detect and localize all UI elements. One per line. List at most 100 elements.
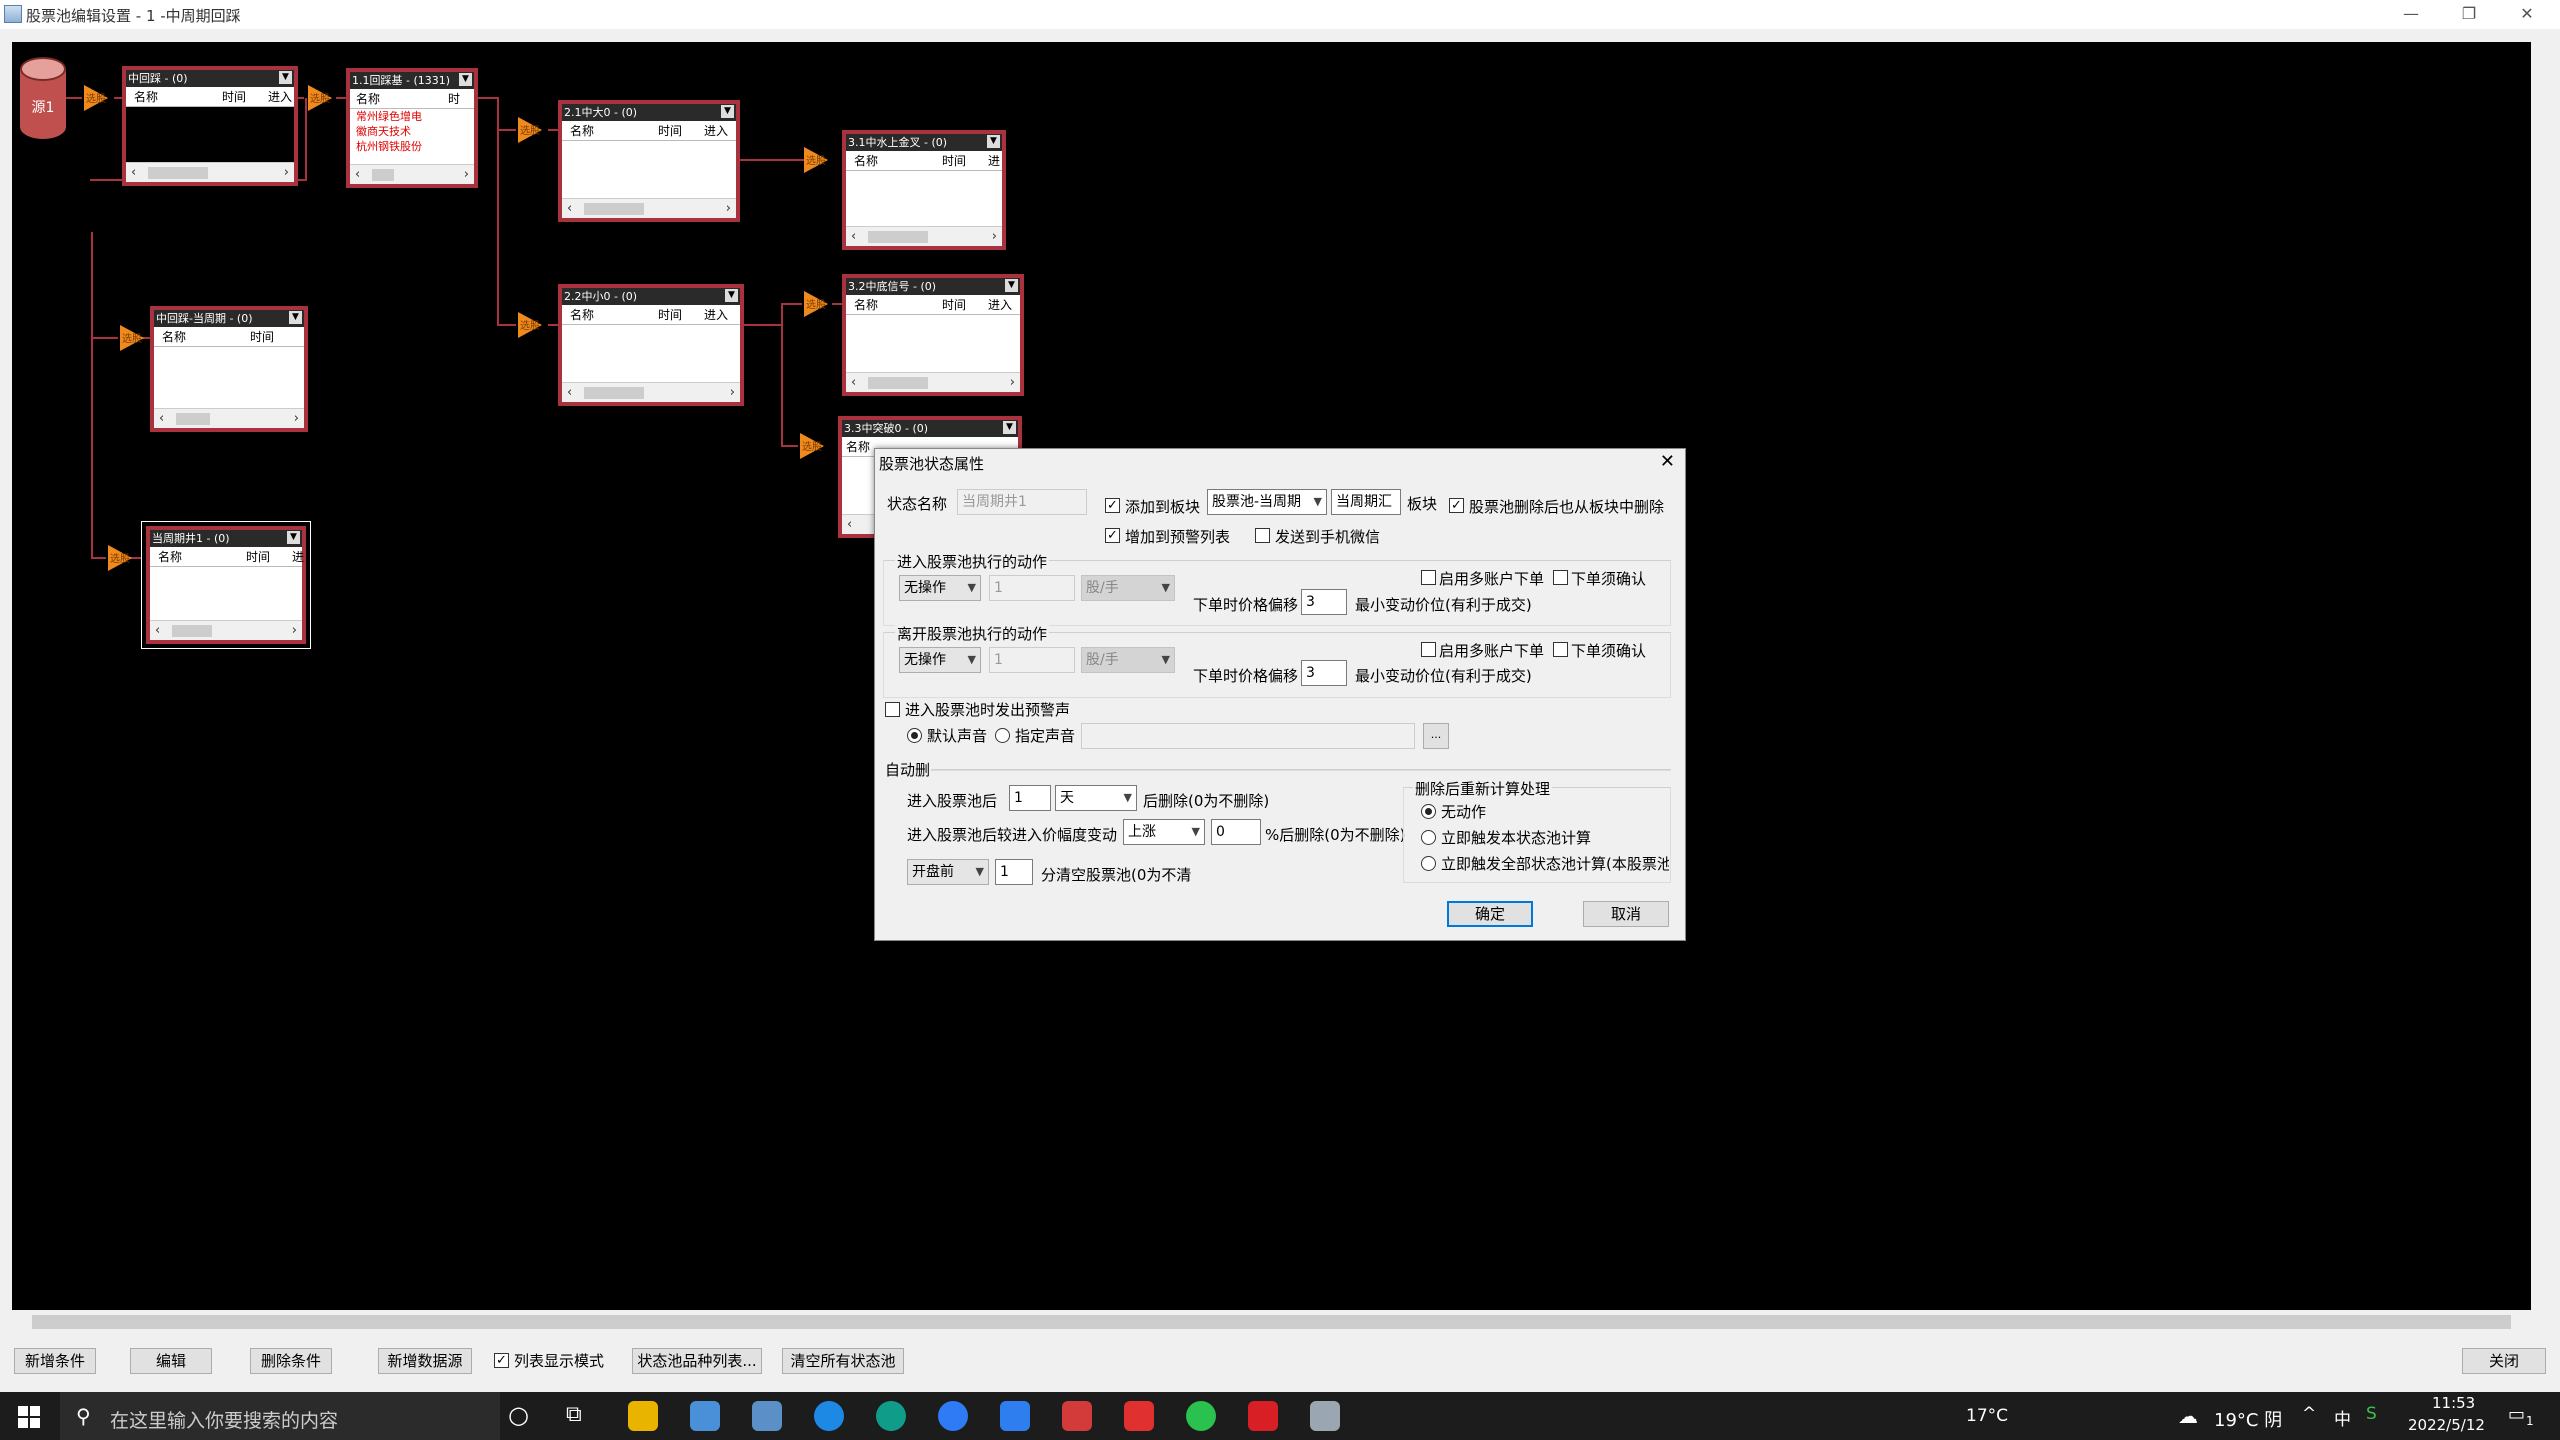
pool-menu-icon[interactable]: ▼ [987,135,1000,148]
enter-qty-field[interactable]: 1 [989,575,1075,601]
pool-stock-list-button[interactable]: 状态池品种列表... [632,1348,762,1374]
leave-offset-field[interactable]: 3 [1301,660,1347,686]
leave-multi-account-checkbox[interactable] [1421,642,1436,657]
cancel-button[interactable]: 取消 [1583,901,1669,927]
pool-menu-icon[interactable]: ▼ [287,531,300,544]
add-to-alert-checkbox[interactable]: ✓ [1105,528,1120,543]
ime-indicator[interactable]: 中 [2334,1405,2351,1430]
filter-triangle-icon[interactable]: 选股 [800,433,824,459]
browser-icon[interactable] [814,1401,844,1431]
pool-menu-icon[interactable]: ▼ [289,311,302,324]
pool-scrollbar[interactable]: ‹ › [846,226,1002,246]
pool-menu-icon[interactable]: ▼ [459,73,472,86]
enter-confirm-checkbox[interactable] [1553,570,1568,585]
clock-time[interactable]: 11:53 [2432,1394,2475,1412]
tray-app-icon[interactable]: S [2366,1404,2377,1424]
list-mode-checkbox[interactable]: ✓ [494,1353,509,1368]
cortana-icon[interactable]: ○ [508,1401,529,1429]
custom-sound-radio[interactable] [995,728,1010,743]
minimize-button[interactable]: — [2382,0,2440,29]
pool-scrollbar[interactable]: ‹ › [350,164,474,184]
clear-all-pools-button[interactable]: 清空所有状态池 [782,1348,904,1374]
canvas-vertical-scrollbar[interactable] [2532,42,2554,1310]
price-change-direction-select[interactable]: 上涨 ▼ [1123,819,1205,845]
stock-app-icon[interactable] [1124,1401,1154,1431]
chevron-up-icon[interactable]: ^ [2302,1404,2316,1424]
new-condition-button[interactable]: 新增条件 [14,1348,96,1374]
delete-from-block-checkbox[interactable]: ✓ [1449,498,1464,513]
block-select[interactable]: 股票池-当周期 ▼ [1207,489,1327,515]
recalc-all-pools-radio[interactable] [1421,856,1436,871]
app-icon[interactable] [1248,1401,1278,1431]
state-name-field[interactable]: 当周期井1 [957,489,1087,515]
weather-left[interactable]: 17°C [1966,1406,2008,1426]
delete-condition-button[interactable]: 删除条件 [250,1348,332,1374]
recalc-none-radio[interactable] [1421,804,1436,819]
filter-triangle-icon[interactable]: 选股 [518,312,542,338]
ok-button[interactable]: 确定 [1447,901,1533,927]
default-sound-radio[interactable] [907,728,922,743]
pool-menu-icon[interactable]: ▼ [1005,279,1018,292]
pool-node[interactable]: 中回踩 - (0) ▼ 名称 时间 进入 ‹ › [122,66,298,186]
filter-triangle-icon[interactable]: 选股 [120,325,144,351]
edit-button[interactable]: 编辑 [130,1348,212,1374]
pool-menu-icon[interactable]: ▼ [279,71,292,84]
canvas-horizontal-scrollbar[interactable] [12,1311,2531,1333]
enter-action-select[interactable]: 无操作 ▼ [899,575,981,601]
pool-node[interactable]: 3.1中水上金叉 - (0) ▼ 名称 时间进 ‹ › [842,130,1006,250]
pool-menu-icon[interactable]: ▼ [1003,421,1016,434]
pool-stock-rows[interactable]: 常州绿色增电 徽商天技术 杭州钢铁股份 [350,109,474,154]
close-button[interactable]: 关闭 [2462,1348,2546,1374]
list-item[interactable]: 徽商天技术 [356,124,474,139]
data-source-db-icon[interactable]: 源1 [20,57,66,139]
close-icon[interactable]: ✕ [1660,451,1675,472]
pool-scrollbar[interactable]: ‹ › [150,620,302,640]
filter-triangle-icon[interactable]: 选股 [804,291,828,317]
pool-node[interactable]: 2.1中大0 - (0) ▼ 名称 时间 进入 ‹ › [558,100,740,222]
app-icon[interactable] [1062,1401,1092,1431]
leave-action-select[interactable]: 无操作 ▼ [899,647,981,673]
pool-menu-icon[interactable]: ▼ [725,289,738,302]
price-change-value-field[interactable]: 0 [1211,819,1261,845]
after-enter-unit-select[interactable]: 天 ▼ [1055,785,1137,811]
new-data-source-button[interactable]: 新增数据源 [378,1348,472,1374]
app-icon[interactable] [938,1401,968,1431]
pool-scrollbar[interactable]: ‹ › [126,162,294,182]
list-item[interactable]: 常州绿色增电 [356,109,474,124]
filter-triangle-icon[interactable]: 选股 [108,545,132,571]
app-icon[interactable] [1000,1401,1030,1431]
sound-file-field[interactable] [1081,723,1415,749]
pool-scrollbar[interactable]: ‹ › [562,382,740,402]
calculator-icon[interactable] [752,1401,782,1431]
task-view-icon[interactable]: ⧉ [566,1402,582,1427]
clear-timing-select[interactable]: 开盘前 ▼ [907,859,989,885]
add-to-block-checkbox[interactable]: ✓ [1105,498,1120,513]
send-wechat-checkbox[interactable] [1255,528,1270,543]
edge-icon[interactable] [876,1401,906,1431]
pool-scrollbar[interactable]: ‹ › [562,198,736,218]
app-icon[interactable] [1310,1401,1340,1431]
filter-triangle-icon[interactable]: 选股 [308,85,332,111]
pool-node[interactable]: 2.2中小0 - (0) ▼ 名称 时间 进入 ‹ › [558,284,744,406]
leave-qty-field[interactable]: 1 [989,647,1075,673]
file-explorer-icon[interactable] [628,1401,658,1431]
recalc-this-pool-radio[interactable] [1421,830,1436,845]
pool-node-selected[interactable]: 当周期井1 - (0) ▼ 名称 时间进 ‹ › [141,521,311,649]
enter-unit-select[interactable]: 股/手 ▼ [1081,575,1175,601]
notification-icon[interactable]: ▭ [2508,1404,2525,1425]
restore-button[interactable]: ❐ [2440,0,2498,29]
pool-scrollbar[interactable]: ‹ › [154,408,304,428]
browse-sound-button[interactable]: ... [1423,723,1449,749]
windows-start-icon[interactable] [18,1406,40,1428]
filter-triangle-icon[interactable]: 选股 [804,147,828,173]
close-window-button[interactable]: ✕ [2498,0,2556,29]
block-name-field[interactable]: 当周期汇 [1331,489,1401,515]
app-icon[interactable] [690,1401,720,1431]
wechat-icon[interactable] [1186,1401,1216,1431]
leave-confirm-checkbox[interactable] [1553,642,1568,657]
clock-date[interactable]: 2022/5/12 [2408,1416,2485,1434]
after-enter-days-field[interactable]: 1 [1009,785,1051,811]
enter-offset-field[interactable]: 3 [1301,589,1347,615]
list-item[interactable]: 杭州钢铁股份 [356,139,474,154]
pool-node[interactable]: 中回踩-当周期 - (0) ▼ 名称 时间 ‹ › [150,306,308,432]
